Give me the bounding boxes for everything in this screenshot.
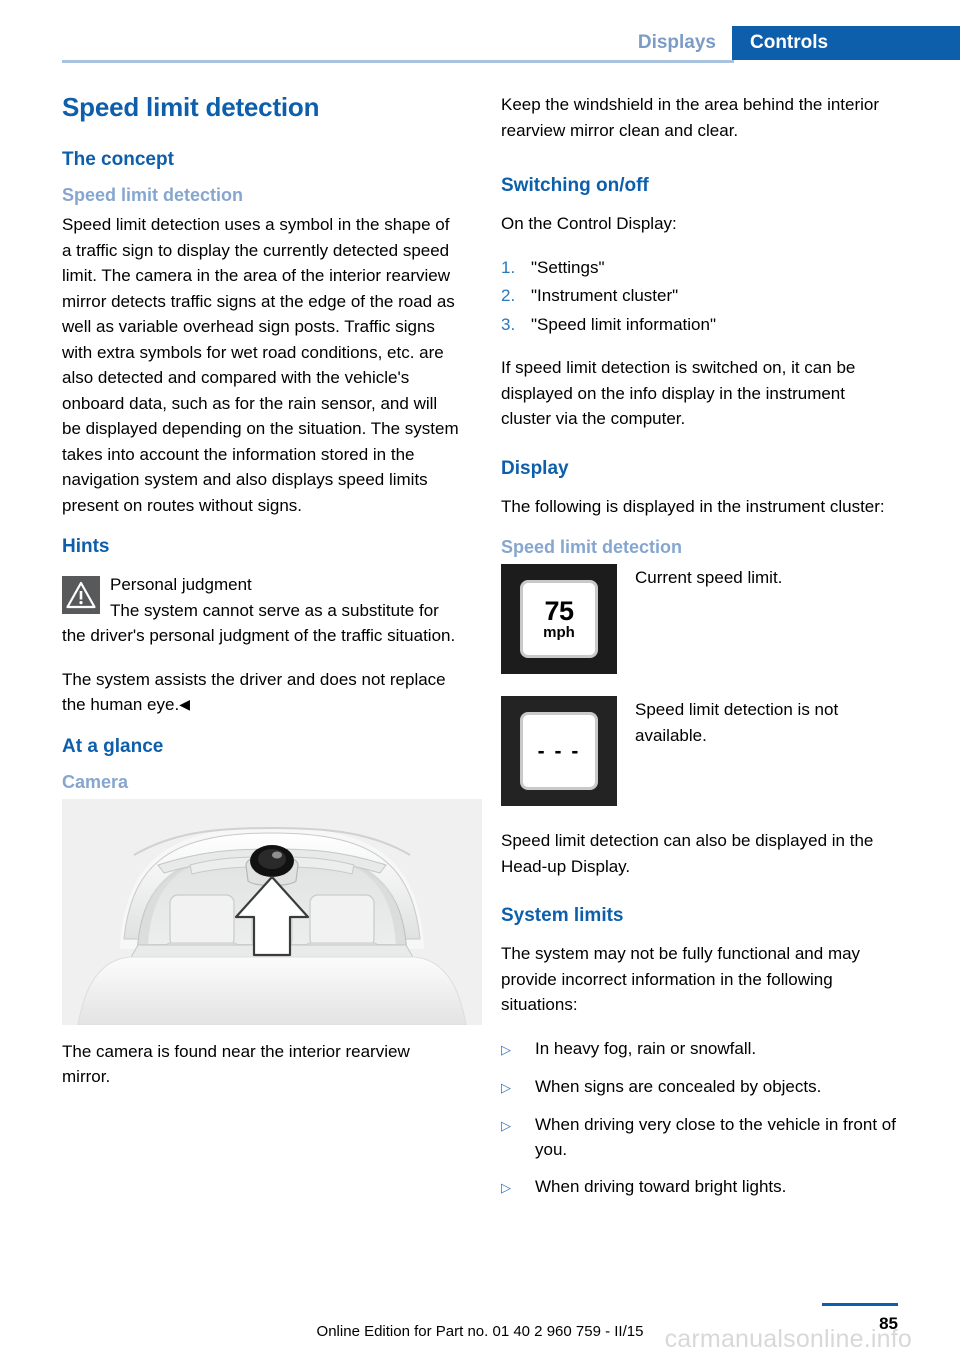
left-column: Speed limit detection The concept Speed … (62, 92, 482, 1212)
list-item: ▷ When signs are concealed by objects. (501, 1074, 898, 1101)
hint-title: Personal judgment (110, 575, 252, 594)
hint-body-second-text: The system assists the driver and does n… (62, 669, 446, 715)
switching-steps-list: 1. "Settings" 2. "Instrument cluster" 3.… (501, 255, 898, 338)
limit-text: When driving very close to the vehicle i… (535, 1114, 896, 1160)
page-header: Displays Controls (0, 0, 960, 60)
display-item-current-speed: 75 mph Current speed limit. (501, 564, 898, 674)
system-limits-intro: The system may not be fully functional a… (501, 944, 861, 1014)
triangle-bullet-icon: ▷ (501, 1179, 511, 1195)
page-footer: 85 carmanualsonline.info Online Edition … (0, 1272, 960, 1362)
switching-body: If speed limit detection is switched on,… (501, 358, 856, 428)
camera-figure-caption: The camera is found near the interior re… (62, 1041, 410, 1087)
step-number: 1. (501, 257, 516, 277)
hint-body: The system cannot serve as a substitute … (62, 600, 456, 646)
hint-end-marker: ◀ (179, 696, 190, 712)
heading-display: Display (501, 457, 569, 479)
edition-text: Online Edition for Part no. 01 40 2 960 … (316, 1323, 644, 1340)
triangle-bullet-icon: ▷ (501, 1117, 511, 1133)
list-item: ▷ When driving toward bright lights. (501, 1174, 898, 1201)
list-item: ▷ In heavy fog, rain or snowfall. (501, 1036, 898, 1063)
heading-at-a-glance: At a glance (62, 735, 164, 757)
speed-limit-sign-unavailable-icon: - - - (501, 696, 617, 806)
speed-limit-sign-75-mph-icon: 75 mph (501, 564, 617, 674)
step-number: 2. (501, 286, 516, 305)
concept-paragraph: Speed limit detection uses a symbol in t… (62, 215, 459, 515)
heading-switching-on-off: Switching on/off (501, 175, 649, 196)
hint-warning-block: Personal judgment The system cannot serv… (62, 572, 459, 649)
step-label[interactable]: "Instrument cluster" (531, 283, 678, 309)
subheading-speed-limit-detection: Speed limit detection (62, 185, 244, 205)
speed-sign: - - - (523, 715, 595, 787)
page-number-rule (822, 1303, 898, 1306)
heading-system-limits: System limits (501, 905, 624, 926)
display-intro: The following is displayed in the instru… (501, 496, 885, 516)
limit-text: When driving toward bright lights. (535, 1176, 787, 1196)
speed-value: 75 (544, 595, 574, 626)
system-limits-list: ▷ In heavy fog, rain or snowfall. ▷ When… (501, 1036, 898, 1201)
page-content: Speed limit detection The concept Speed … (62, 92, 898, 1212)
list-item: 1. "Settings" (501, 255, 898, 281)
speed-sign: 75 mph (523, 583, 595, 655)
heading-hints: Hints (62, 536, 110, 557)
triangle-bullet-icon: ▷ (501, 1079, 511, 1095)
tab-displays[interactable]: Displays (627, 26, 732, 60)
list-item: ▷ When driving very close to the vehicle… (501, 1112, 898, 1163)
right-column: Keep the windshield in the area behind t… (501, 92, 898, 1212)
subheading-camera: Camera (62, 771, 129, 792)
tab-controls[interactable]: Controls (732, 26, 960, 60)
step-label[interactable]: "Speed limit information" (531, 312, 716, 338)
speed-value: - - - (537, 739, 581, 763)
intro-paragraph: Keep the windshield in the area behind t… (501, 95, 880, 140)
heading-the-concept: The concept (62, 149, 174, 170)
warning-triangle-icon (62, 576, 100, 614)
display-item-caption: Current speed limit. (635, 568, 783, 587)
subheading-display-speed-limit-detection: Speed limit detection (501, 537, 683, 557)
limit-text: When signs are concealed by objects. (535, 1076, 822, 1096)
speed-unit: mph (543, 623, 575, 641)
display-item-unavailable: - - - Speed limit detection is not avail… (501, 696, 898, 806)
header-tabs: Displays Controls (627, 26, 960, 60)
windshield-camera-illustration (62, 798, 482, 1025)
hud-paragraph: Speed limit detection can also be displa… (501, 831, 874, 876)
list-item: 3. "Speed limit information" (501, 312, 898, 338)
switching-intro: On the Control Display: (501, 214, 677, 233)
hint-body-second: The system assists the driver and does n… (62, 667, 459, 718)
page-title: Speed limit detection (62, 92, 320, 122)
triangle-bullet-icon: ▷ (501, 1041, 511, 1057)
header-divider (62, 60, 734, 63)
two-column-layout: Speed limit detection The concept Speed … (62, 92, 898, 1212)
step-label[interactable]: "Settings" (531, 255, 605, 281)
display-item-caption: Speed limit detection is not available. (635, 700, 839, 745)
step-number: 3. (501, 314, 516, 334)
list-item: 2. "Instrument cluster" (501, 283, 898, 309)
limit-text: In heavy fog, rain or snowfall. (535, 1038, 757, 1058)
